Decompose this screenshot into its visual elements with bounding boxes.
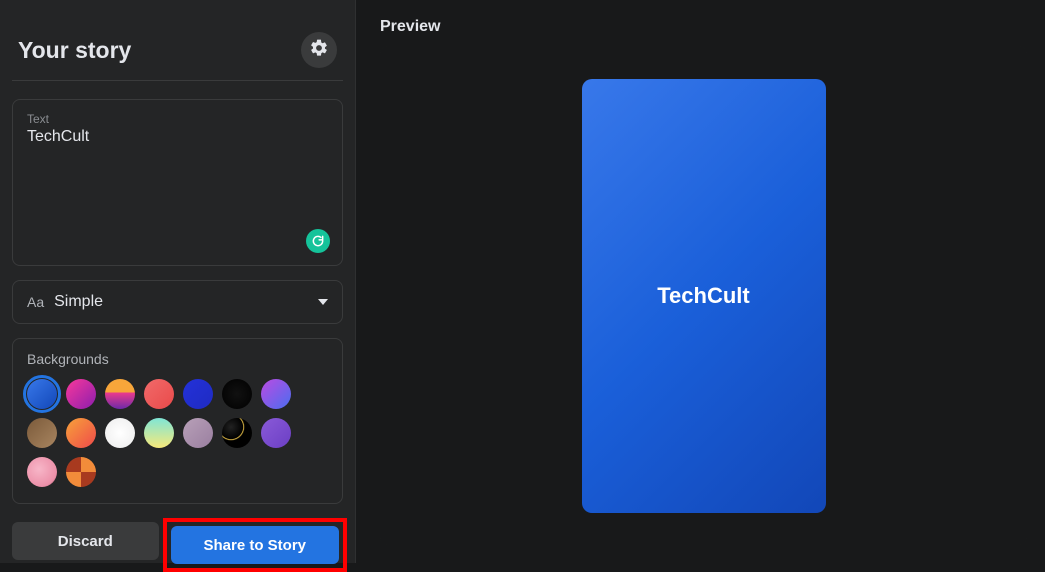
share-highlight: Share to Story xyxy=(163,518,347,572)
action-row: Discard Share to Story xyxy=(12,518,343,568)
background-swatch[interactable] xyxy=(261,418,291,448)
text-field-label: Text xyxy=(27,112,328,126)
background-swatch[interactable] xyxy=(66,457,96,487)
story-preview-text: TechCult xyxy=(657,283,749,309)
background-swatches xyxy=(27,379,328,487)
backgrounds-label: Backgrounds xyxy=(27,351,328,367)
font-style-label: Simple xyxy=(54,293,103,311)
gear-icon xyxy=(309,38,329,63)
background-swatch[interactable] xyxy=(222,418,252,448)
preview-label: Preview xyxy=(380,18,1027,36)
preview-panel: Preview TechCult xyxy=(356,0,1045,563)
background-swatch[interactable] xyxy=(261,379,291,409)
share-to-story-button[interactable]: Share to Story xyxy=(171,526,339,564)
backgrounds-card: Backgrounds xyxy=(12,338,343,504)
story-stage: TechCult xyxy=(380,46,1027,545)
background-swatch[interactable] xyxy=(105,379,135,409)
chevron-down-icon xyxy=(318,299,328,305)
background-swatch[interactable] xyxy=(222,379,252,409)
discard-button[interactable]: Discard xyxy=(12,522,159,560)
background-swatch[interactable] xyxy=(66,418,96,448)
grammarly-icon[interactable] xyxy=(306,229,330,253)
background-swatch[interactable] xyxy=(144,379,174,409)
background-swatch[interactable] xyxy=(144,418,174,448)
page-title: Your story xyxy=(18,37,131,64)
background-swatch[interactable] xyxy=(105,418,135,448)
sidebar: Your story Text Aa Simple Backgrounds Di… xyxy=(0,0,356,563)
preview-container: TechCult xyxy=(380,46,1027,545)
font-style-select[interactable]: Aa Simple xyxy=(12,280,343,324)
story-text-input[interactable] xyxy=(27,128,328,248)
background-swatch[interactable] xyxy=(183,379,213,409)
background-swatch[interactable] xyxy=(183,418,213,448)
settings-button[interactable] xyxy=(301,32,337,68)
story-preview-card[interactable]: TechCult xyxy=(582,79,826,513)
background-swatch[interactable] xyxy=(27,379,57,409)
story-text-card: Text xyxy=(12,99,343,266)
font-aa-icon: Aa xyxy=(27,294,44,310)
sidebar-header: Your story xyxy=(12,10,343,81)
background-swatch[interactable] xyxy=(66,379,96,409)
background-swatch[interactable] xyxy=(27,418,57,448)
background-swatch[interactable] xyxy=(27,457,57,487)
